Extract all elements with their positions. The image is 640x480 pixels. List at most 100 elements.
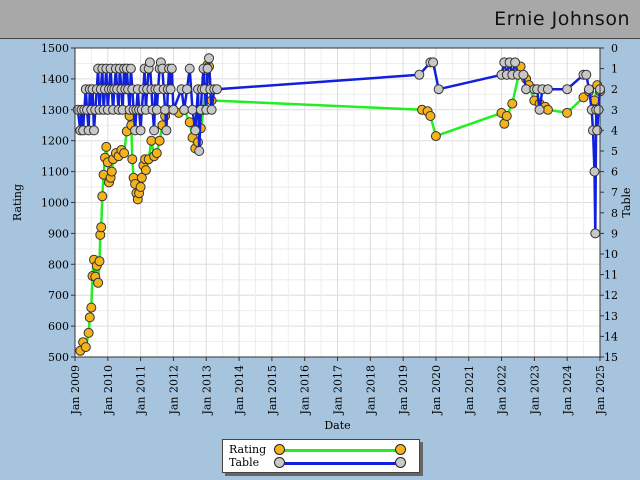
rating-point [101,141,112,152]
table-point [161,125,172,136]
y-tick-label-left: 1500 [41,42,69,55]
x-tick-label: Jan 2020 [430,365,443,416]
rating-point [80,342,91,353]
table-point [521,84,532,95]
y-tick-label-right: 3 [611,104,618,117]
rating-table-chart: 500 600 700 800 900 1000 1100 1200 1300 1400 1500 0… [11,42,633,432]
y-tick-label-right: 0 [611,42,618,55]
x-tick-label: Jan 2013 [200,365,213,416]
y-tick-label-left: 1000 [41,197,69,210]
x-tick-label: Jan 2024 [561,365,574,416]
legend-table-marker [274,457,285,468]
legend-table-line [277,462,399,465]
rating-point [140,165,151,176]
table-point [165,84,176,95]
rating-point [127,154,138,165]
legend-rating-line [277,449,399,452]
table-point [168,104,179,115]
table-point [542,84,553,95]
y-axis-label-right: Table [620,187,633,217]
y-tick-label-left: 700 [48,289,69,302]
x-tick-label: Jan 2014 [233,365,246,416]
rating-point [430,131,441,142]
legend-table-marker-end [395,457,406,468]
x-tick-label: Jan 2025 [594,365,607,416]
legend-item-table: Table [229,456,259,470]
y-tick-label-right: 14 [604,330,618,343]
rating-point [154,135,165,146]
y-tick-label-left: 1300 [41,104,69,117]
table-point [184,63,195,74]
rating-point [542,104,553,115]
rating-point [84,312,95,323]
legend: Rating Table [222,439,420,473]
table-point [194,146,205,156]
table-point [125,63,136,74]
table-point [510,57,521,68]
y-tick-label-right: 13 [604,310,618,323]
chart-frame: Ernie Johnson 500 600 700 800 900 1000 1100 120… [0,0,640,480]
y-tick-label-left: 500 [48,351,69,364]
table-point [202,63,213,74]
rating-point [83,327,94,338]
table-point [562,84,573,95]
rating-point [93,277,104,288]
table-point [212,84,222,95]
table-point [518,69,529,80]
x-tick-label: Jan 2021 [463,365,476,416]
table-point [581,69,592,80]
y-tick-label-left: 900 [48,227,69,240]
x-axis-label: Date [324,419,350,432]
y-tick-label-left: 1100 [41,166,69,179]
y-tick-label-right: 6 [611,166,618,179]
rating-point [425,111,436,121]
x-tick-label: Jan 2010 [102,365,115,416]
rating-point [94,256,105,267]
rating-point [97,191,108,202]
y-tick-label-right: 1 [611,63,618,76]
legend-rating-marker-end [395,444,406,455]
y-tick-label-right: 9 [611,227,618,240]
y-tick-label-left: 1200 [41,135,69,148]
rating-point [507,98,518,109]
x-tick-label: Jan 2018 [364,365,377,416]
table-point [160,104,171,115]
table-point [187,104,198,115]
legend-item-rating: Rating [229,443,266,457]
table-point [584,84,594,95]
y-tick-label-right: 15 [604,351,618,364]
y-tick-label-left: 800 [48,258,69,271]
table-point [135,125,146,136]
table-point [433,84,444,95]
y-tick-label-right: 7 [611,186,618,199]
legend-table-label: Table [229,456,260,469]
y-tick-label-right: 12 [604,289,618,302]
rating-point [501,111,512,121]
y-tick-label-left: 600 [48,320,69,333]
x-tick-label: Jan 2017 [332,365,345,416]
y-tick-label-right: 10 [604,248,618,261]
table-point [428,57,439,68]
table-point [166,63,177,74]
x-tick-label: Jan 2023 [528,365,541,416]
rating-point [106,166,117,177]
table-point [593,104,604,115]
rating-point [119,148,130,159]
y-tick-label-right: 5 [611,145,618,158]
x-tick-label: Jan 2022 [496,365,509,416]
table-point [89,125,99,136]
table-point [182,84,192,95]
rating-point [146,135,157,146]
table-point [590,228,601,239]
table-point [179,104,190,115]
y-tick-label-left: 1400 [41,73,69,86]
y-tick-label-right: 4 [611,124,618,137]
table-point [204,53,214,64]
table-point [414,69,425,80]
y-tick-label-right: 8 [611,207,618,220]
rating-point [86,302,97,313]
table-point [144,57,155,68]
table-point [534,104,545,115]
table-point [149,125,160,136]
rating-point [151,148,162,159]
